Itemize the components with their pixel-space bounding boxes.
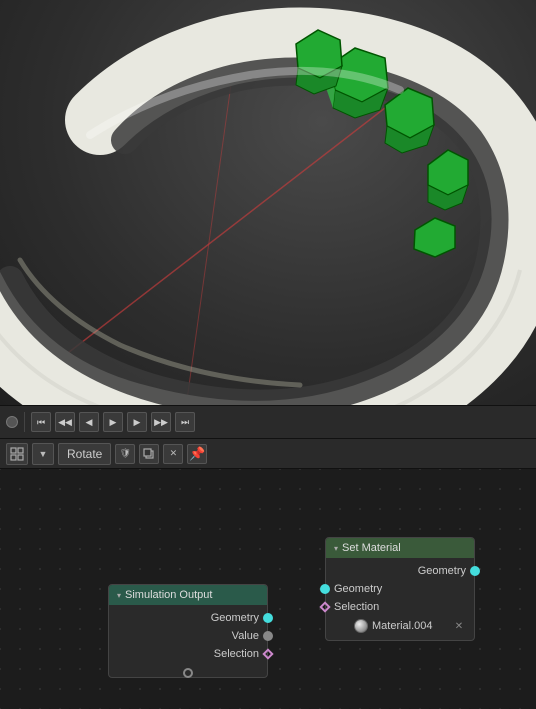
separator — [24, 412, 25, 432]
prev-frame-button[interactable]: ◀ — [79, 412, 99, 432]
selection-output-row: Selection — [109, 645, 267, 663]
geometry-out-label: Geometry — [418, 565, 466, 577]
selection-in-row: Selection — [326, 598, 474, 616]
geometry-out-row: Geometry — [326, 562, 474, 580]
prev-keyframe-button[interactable]: ◀◀ — [55, 412, 75, 432]
set-material-node[interactable]: ▾ Set Material Geometry Geometry Selecti… — [325, 537, 475, 641]
shield-icon[interactable]: 🛡 — [115, 444, 135, 464]
geometry-label: Geometry — [211, 612, 259, 624]
node-editor[interactable]: ▾ Simulation Output Geometry Value Selec… — [0, 469, 536, 709]
value-output-row: Value — [109, 627, 267, 645]
value-output-socket[interactable] — [263, 631, 273, 641]
selection-in-label: Selection — [334, 601, 379, 613]
material-row[interactable]: Material.004 ✕ — [326, 616, 474, 636]
geometry-in-socket[interactable] — [320, 584, 330, 594]
value-label: Value — [232, 630, 259, 642]
geometry-in-label: Geometry — [334, 583, 382, 595]
next-frame-button[interactable]: ▶ — [127, 412, 147, 432]
geometry-out-socket[interactable] — [470, 566, 480, 576]
material-swatch — [354, 619, 368, 633]
simulation-output-body: Geometry Value Selection — [109, 605, 267, 677]
chain-socket[interactable] — [183, 668, 193, 678]
playback-toolbar: ⏮ ◀◀ ◀ ▶ ▶ ▶▶ ⏭ — [0, 405, 536, 439]
record-button[interactable] — [6, 416, 18, 428]
material-name: Material.004 — [372, 620, 448, 632]
mode-toolbar: ▼ Rotate 🛡 ✕ 📌 — [0, 439, 536, 469]
material-remove-button[interactable]: ✕ — [452, 619, 466, 633]
close-icon[interactable]: ✕ — [163, 444, 183, 464]
copy-icon[interactable] — [139, 444, 159, 464]
mode-dropdown-icon[interactable]: ▼ — [32, 443, 54, 465]
set-material-title: Set Material — [342, 542, 401, 554]
skip-first-button[interactable]: ⏮ — [31, 412, 51, 432]
pin-icon[interactable]: 📌 — [187, 444, 207, 464]
collapse-chevron[interactable]: ▾ — [117, 591, 121, 600]
next-keyframe-button[interactable]: ▶▶ — [151, 412, 171, 432]
simulation-output-title: Simulation Output — [125, 589, 212, 601]
set-material-header[interactable]: ▾ Set Material — [326, 538, 474, 558]
geometry-output-row: Geometry — [109, 609, 267, 627]
simulation-output-header[interactable]: ▾ Simulation Output — [109, 585, 267, 605]
selection-label: Selection — [214, 648, 259, 660]
set-material-body: Geometry Geometry Selection Material.004… — [326, 558, 474, 640]
play-button[interactable]: ▶ — [103, 412, 123, 432]
editor-type-icon[interactable] — [6, 443, 28, 465]
viewport[interactable] — [0, 0, 536, 405]
geometry-output-socket[interactable] — [263, 613, 273, 623]
collapse-chevron[interactable]: ▾ — [334, 544, 338, 553]
mode-label[interactable]: Rotate — [58, 443, 111, 465]
simulation-output-node[interactable]: ▾ Simulation Output Geometry Value Selec… — [108, 584, 268, 678]
geometry-in-row: Geometry — [326, 580, 474, 598]
scene-background — [0, 0, 536, 405]
skip-last-button[interactable]: ⏭ — [175, 412, 195, 432]
